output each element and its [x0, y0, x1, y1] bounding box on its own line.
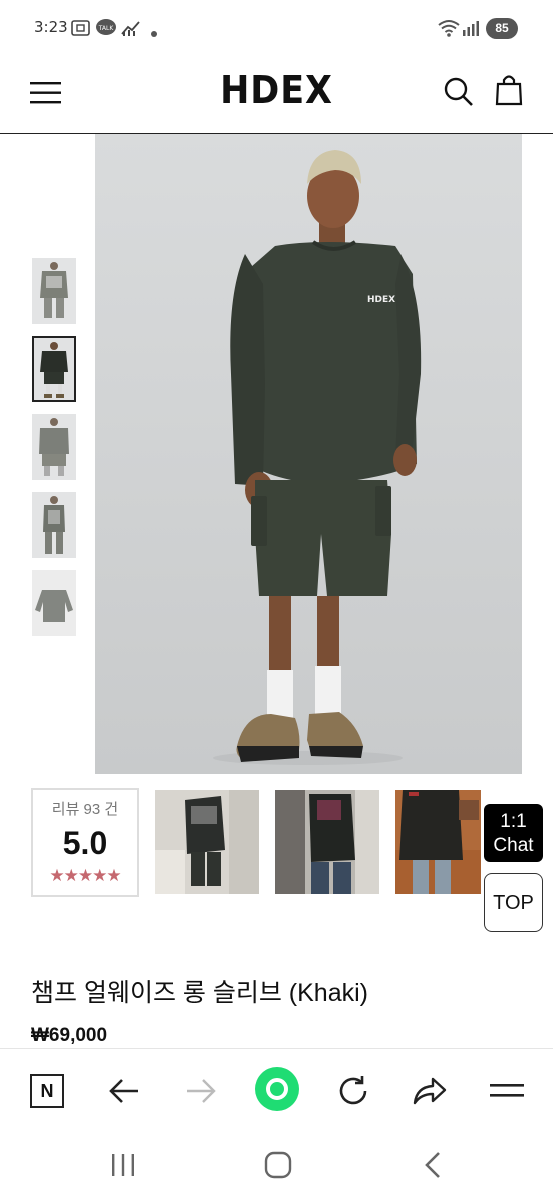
thumbnail-flat-lay[interactable] — [32, 570, 76, 636]
main-product-image[interactable]: HDEX — [95, 134, 522, 774]
talk-notification-icon: TALK — [95, 18, 117, 43]
menu-lines-icon[interactable] — [487, 1071, 527, 1111]
scroll-top-button[interactable]: TOP — [484, 873, 543, 932]
system-back-icon[interactable] — [422, 1150, 444, 1185]
review-photo[interactable] — [155, 790, 259, 894]
product-title: 챔프 얼웨이즈 롱 슬리브 (Khaki) — [31, 979, 368, 1007]
review-score: 5.0 — [62, 825, 108, 861]
forward-arrow-icon[interactable] — [181, 1071, 221, 1111]
review-photo[interactable] — [275, 790, 379, 894]
review-summary-box[interactable]: 리뷰 93 건 5.0 ★★★★★ — [31, 788, 139, 897]
site-header: HDEX — [0, 56, 553, 134]
chat-button-line2: Chat — [493, 835, 534, 856]
naver-n-icon: N — [30, 1074, 64, 1108]
browser-toolbar: N — [0, 1048, 553, 1128]
product-price: ₩69,000 — [31, 1025, 108, 1046]
thumbnail-back-print[interactable] — [32, 258, 76, 324]
signal-icon — [461, 18, 481, 43]
more-notifications-dot-icon — [150, 25, 158, 43]
share-icon[interactable] — [410, 1071, 450, 1111]
thumbnail-front-grey[interactable] — [32, 414, 76, 480]
review-count: 리뷰 93 건 — [51, 801, 119, 818]
screenshot-notification-icon — [70, 18, 92, 43]
chat-button[interactable]: 1:1 Chat — [484, 804, 543, 862]
status-clock: 3:23 — [34, 18, 68, 36]
status-bar: 3:23 TALK 85 — [0, 0, 553, 56]
shopping-bag-icon[interactable] — [495, 73, 523, 112]
recent-apps-icon[interactable] — [110, 1152, 136, 1183]
battery-indicator: 85 — [486, 18, 518, 39]
stock-chart-notification-icon — [120, 18, 142, 43]
thumbnail-front-selected[interactable] — [32, 336, 76, 402]
search-icon[interactable] — [443, 76, 475, 113]
system-navigation-bar — [0, 1128, 553, 1200]
thumbnail-side[interactable] — [32, 492, 76, 558]
green-dot-button[interactable] — [253, 1065, 301, 1113]
svg-text:TALK: TALK — [98, 25, 115, 32]
refresh-icon[interactable] — [333, 1071, 373, 1111]
home-icon[interactable] — [263, 1150, 293, 1185]
back-arrow-icon[interactable] — [104, 1071, 144, 1111]
chest-logo-text: HDEX — [367, 295, 395, 305]
wifi-icon — [437, 18, 461, 43]
chat-button-line1: 1:1 — [500, 811, 527, 832]
review-stars: ★★★★★ — [49, 866, 121, 885]
naver-home-button[interactable]: N — [27, 1071, 67, 1111]
review-photo[interactable] — [395, 790, 481, 894]
